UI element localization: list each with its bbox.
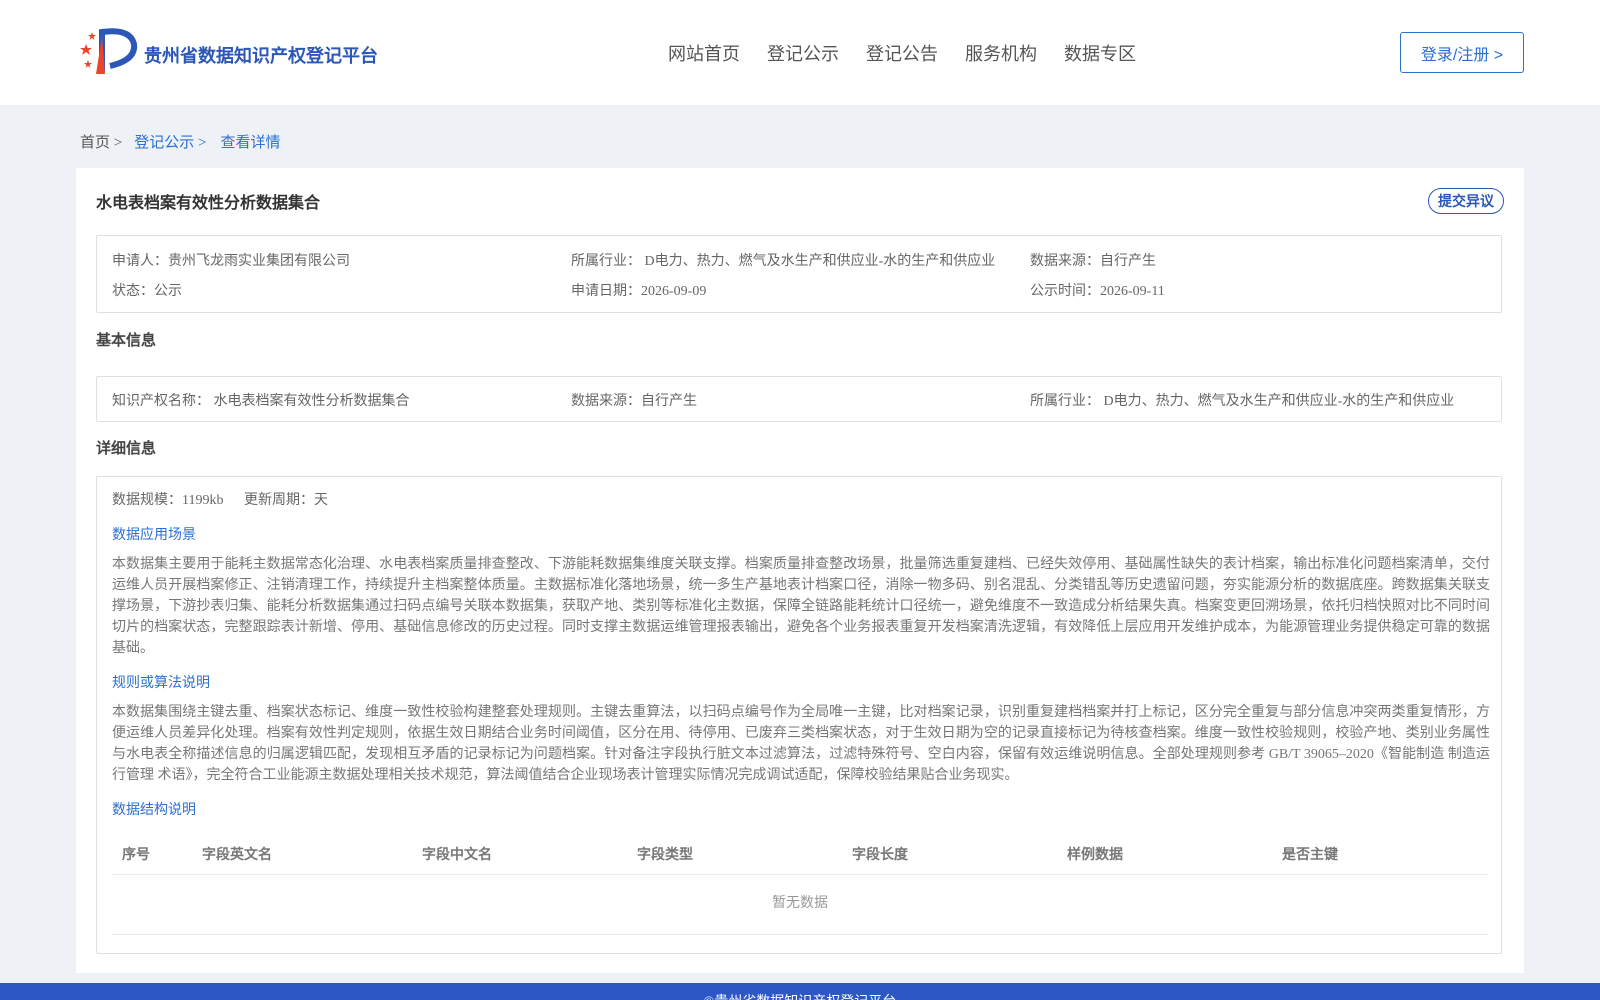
breadcrumb-home[interactable]: 首页 > xyxy=(80,131,122,152)
breadcrumb-publicity[interactable]: 登记公示 > xyxy=(134,131,206,152)
column-header-sample: 样例数据 xyxy=(1067,846,1123,862)
ip-name-field: 知识产权名称： 水电表档案有效性分析数据集合 xyxy=(112,394,410,409)
footer-text: ©贵州省数据知识产权登记平台 xyxy=(0,991,1600,1000)
scenario-title: 数据应用场景 xyxy=(112,528,196,543)
nav-registration-publicity[interactable]: 登记公示 xyxy=(767,40,839,66)
publish-date-field: 公示时间：2026-09-11 xyxy=(1030,284,1165,299)
brand-title[interactable]: 贵州省数据知识产权登记平台 xyxy=(144,42,378,68)
nav-home[interactable]: 网站首页 xyxy=(668,40,740,66)
source-field: 数据来源：自行产生 xyxy=(1030,254,1156,269)
basic-info-heading: 基本信息 xyxy=(96,332,157,349)
applicant-field: 申请人：贵州飞龙雨实业集团有限公司 xyxy=(112,254,350,269)
update-cycle-field: 更新周期：天 xyxy=(244,493,328,508)
basic-source-field: 数据来源：自行产生 xyxy=(571,394,697,409)
site-footer: ©贵州省数据知识产权登记平台 xyxy=(0,983,1600,1000)
summary-panel: 申请人：贵州飞龙雨实业集团有限公司 所属行业： D电力、热力、燃气及水生产和供应… xyxy=(96,235,1502,313)
basic-info-panel: 知识产权名称： 水电表档案有效性分析数据集合 数据来源：自行产生 所属行业： D… xyxy=(96,376,1502,422)
table-empty-state: 暂无数据 xyxy=(112,875,1488,935)
nav-registration-announcement[interactable]: 登记公告 xyxy=(866,40,938,66)
column-header-english-name: 字段英文名 xyxy=(202,846,272,862)
apply-date-field: 申请日期：2026-09-09 xyxy=(571,284,707,299)
platform-logo-icon[interactable] xyxy=(78,26,140,80)
main-nav: 网站首页 登记公示 登记公告 服务机构 数据专区 xyxy=(668,40,1163,66)
column-header-index: 序号 xyxy=(122,846,150,862)
column-header-length: 字段长度 xyxy=(852,846,908,862)
basic-industry-field: 所属行业： D电力、热力、燃气及水生产和供应业-水的生产和供应业 xyxy=(1030,394,1455,409)
breadcrumb: 首页 > 登记公示 > 查看详情 xyxy=(80,131,280,152)
structure-table-header: 序号 字段英文名 字段中文名 字段类型 字段长度 样例数据 是否主键 xyxy=(112,835,1488,875)
structure-title: 数据结构说明 xyxy=(112,803,196,818)
nav-data-zone[interactable]: 数据专区 xyxy=(1064,40,1136,66)
rules-text: 本数据集围绕主键去重、档案状态标记、维度一致性校验构建整套处理规则。主键去重算法… xyxy=(112,705,1490,783)
submit-objection-button[interactable]: 提交异议 xyxy=(1428,188,1504,214)
nav-service-agencies[interactable]: 服务机构 xyxy=(965,40,1037,66)
status-field: 状态：公示 xyxy=(112,284,182,299)
column-header-primary-key: 是否主键 xyxy=(1282,846,1338,862)
column-header-chinese-name: 字段中文名 xyxy=(422,846,492,862)
detail-info-panel: 数据规模：1199kb 更新周期：天 数据应用场景 本数据集主要用于能耗主数据常… xyxy=(96,476,1502,954)
login-register-button[interactable]: 登录/注册 > xyxy=(1400,32,1524,73)
detail-info-heading: 详细信息 xyxy=(96,440,157,457)
page-title: 水电表档案有效性分析数据集合 xyxy=(96,195,321,212)
scenario-text: 本数据集主要用于能耗主数据常态化治理、水电表档案质量排查整改、下游能耗数据集维度… xyxy=(112,557,1490,656)
detail-card: 水电表档案有效性分析数据集合 提交异议 申请人：贵州飞龙雨实业集团有限公司 所属… xyxy=(76,168,1524,973)
site-header: 贵州省数据知识产权登记平台 网站首页 登记公示 登记公告 服务机构 数据专区 登… xyxy=(0,0,1600,105)
rules-title: 规则或算法说明 xyxy=(112,676,210,691)
data-scale-field: 数据规模：1199kb xyxy=(112,493,224,508)
column-header-type: 字段类型 xyxy=(637,846,693,862)
breadcrumb-current: 查看详情 xyxy=(220,135,281,151)
industry-field: 所属行业： D电力、热力、燃气及水生产和供应业-水的生产和供应业 xyxy=(571,254,996,269)
